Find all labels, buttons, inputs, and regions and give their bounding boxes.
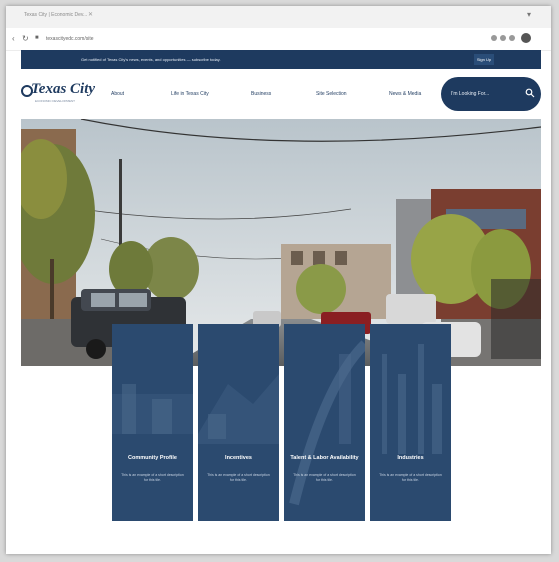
extension-icon[interactable]	[491, 35, 497, 41]
card-talent-labor[interactable]: Talent & Labor Availability This is an e…	[284, 324, 365, 521]
lock-icon: ■	[35, 35, 39, 41]
card-incentives[interactable]: Incentives This is an example of a short…	[198, 324, 279, 521]
signup-button[interactable]: Sign Up	[474, 54, 494, 65]
card-community-profile[interactable]: Community Profile This is an example of …	[112, 324, 193, 521]
card-description: This is an example of a short descriptio…	[207, 473, 270, 482]
tab-strip: Texas City | Economic Dev... ✕ ▾	[6, 6, 551, 28]
card-description: This is an example of a short descriptio…	[379, 473, 442, 482]
browser-tab-title[interactable]: Texas City | Economic Dev...	[24, 12, 87, 18]
card-description: This is an example of a short descriptio…	[293, 473, 356, 482]
card-title: Talent & Labor Availability	[290, 455, 359, 461]
arrow-left-icon[interactable]: ‹	[12, 34, 15, 43]
card-industries[interactable]: Industries This is an example of a short…	[370, 324, 451, 521]
card-description: This is an example of a short descriptio…	[121, 473, 184, 482]
window-minimize-icon[interactable]: ▾	[527, 10, 531, 19]
logo-subtitle: ECONOMIC DEVELOPMENT	[35, 99, 76, 103]
extension-icon[interactable]	[500, 35, 506, 41]
card-title: Incentives	[225, 455, 252, 461]
nav-item-news[interactable]: News & Media	[389, 91, 421, 97]
browser-window: Texas City | Economic Dev... ✕ ▾ ‹ ↻ ■ t…	[6, 6, 551, 554]
nav-item-life[interactable]: Life in Texas City	[171, 91, 209, 97]
card-background-image	[112, 324, 193, 521]
address-bar: ‹ ↻ ■ texascityedc.com/site	[6, 28, 551, 51]
banner-text: Get notified of Texas City's news, event…	[81, 57, 221, 62]
nav-item-site-selection[interactable]: Site Selection	[316, 91, 347, 97]
avatar[interactable]	[521, 33, 531, 43]
site-header: Texas City ECONOMIC DEVELOPMENT About Li…	[21, 69, 541, 119]
extension-icon[interactable]	[509, 35, 515, 41]
alert-banner: Get notified of Texas City's news, event…	[21, 50, 541, 69]
search-icon[interactable]	[525, 88, 535, 98]
url-field[interactable]: texascityedc.com/site	[46, 36, 94, 42]
nav-item-about[interactable]: About	[111, 91, 124, 97]
card-title: Community Profile	[128, 455, 177, 461]
card-background-image	[370, 324, 451, 521]
street-scene-image	[21, 119, 541, 366]
close-icon[interactable]: ✕	[88, 11, 93, 18]
logo-text: Texas City	[31, 81, 96, 97]
card-background-image	[284, 324, 365, 521]
hero-image	[21, 119, 541, 366]
reload-icon[interactable]: ↻	[22, 34, 29, 43]
search-box[interactable]: I'm Looking For...	[441, 77, 541, 111]
site-logo[interactable]: Texas City ECONOMIC DEVELOPMENT	[21, 79, 95, 109]
card-title: Industries	[397, 455, 424, 461]
card-background-image	[198, 324, 279, 521]
nav-item-business[interactable]: Business	[251, 91, 271, 97]
search-input[interactable]: I'm Looking For...	[451, 91, 489, 97]
